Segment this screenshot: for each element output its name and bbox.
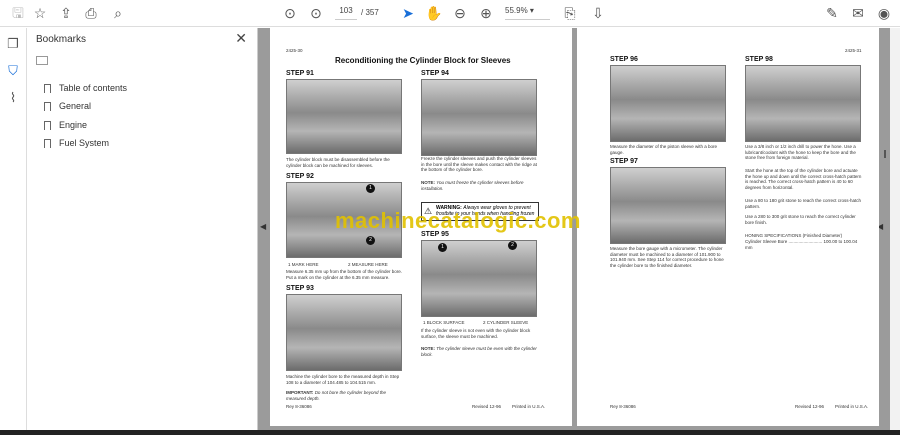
pages-icon[interactable]: ❐ <box>5 36 21 52</box>
figure-image <box>745 65 861 142</box>
previous-page-icon[interactable]: ⊙ <box>280 4 300 22</box>
step-label: STEP 91 <box>286 70 314 77</box>
bookmark-icon[interactable]: ⛉ <box>5 63 21 79</box>
attachment-icon[interactable]: ⌇ <box>5 90 21 106</box>
step-label: STEP 92 <box>286 173 314 180</box>
sign-icon[interactable]: ✎ <box>822 4 842 22</box>
callout-label: 1 BLOCK SURFACE <box>423 320 465 325</box>
figure-image <box>610 65 726 142</box>
account-icon[interactable]: ◉ <box>874 4 894 22</box>
step-text: Freeze the cylinder sleeves and push the… <box>421 156 537 173</box>
callout-2: 2 <box>366 236 375 245</box>
step-text: Use a 80 to 180 grit stone to reach the … <box>745 198 862 209</box>
figure-image <box>421 79 537 156</box>
footer-revised: Revised 12-96 <box>795 404 825 409</box>
figure-image <box>286 294 402 371</box>
callout-label: 1 MARK HERE <box>288 262 319 267</box>
bookmark-label: Table of contents <box>59 83 128 93</box>
footer-revised: Revised 12-96 <box>472 404 502 409</box>
step-text: Measure the bore gauge with a micrometer… <box>610 246 724 268</box>
panel-title: Bookmarks <box>36 34 87 45</box>
scroll-thumb[interactable] <box>884 150 886 158</box>
callout-1: 1 <box>366 184 375 193</box>
step-label: STEP 96 <box>610 56 638 63</box>
step-label: STEP 93 <box>286 285 314 292</box>
print-icon[interactable]: ⎙ <box>81 4 101 22</box>
left-rail: ❐ ⛉ ⌇ <box>0 28 27 430</box>
callout-2: 2 <box>508 241 517 250</box>
footer-left: Rey 8-36086 <box>286 404 312 409</box>
note-text: You must freeze the cylinder sleeves bef… <box>421 180 524 191</box>
zoom-value: 55.9% <box>505 6 528 15</box>
spec-title: HONING SPECIFICATIONS (Finished Diameter… <box>745 233 843 238</box>
step-text: Start the hone at the top of the cylinde… <box>745 168 862 190</box>
page-number: 2425-31 <box>845 48 862 53</box>
page-title: Reconditioning the Cylinder Block for Sl… <box>335 56 511 65</box>
step-text: If the cylinder sleeve is not even with … <box>421 328 531 339</box>
zoom-select[interactable]: 55.9% ▾ <box>505 6 550 20</box>
figure-image <box>421 240 537 317</box>
next-page-icon[interactable]: ⊙ <box>306 4 326 22</box>
select-cursor-icon[interactable]: ➤ <box>398 4 418 22</box>
page-fit-icon[interactable]: ⎘ <box>560 4 580 22</box>
bookmarks-panel: Bookmarks ✕ Table of contents General En… <box>28 28 258 430</box>
options-icon[interactable] <box>36 56 48 65</box>
callout-label: 2 CYLINDER SLEEVE <box>483 320 529 325</box>
step-text: Machine the cylinder bore to the measure… <box>286 374 400 385</box>
cloud-upload-icon[interactable]: ⇪ <box>56 4 76 22</box>
bottom-bar <box>0 430 900 435</box>
step-label: STEP 94 <box>421 70 449 77</box>
figure-image <box>610 167 726 244</box>
search-icon[interactable]: ⌕ <box>108 4 128 22</box>
spec-row: Cylinder Sleeve Bore ...................… <box>745 239 858 250</box>
bookmark-label: Fuel System <box>59 138 110 148</box>
bookmark-icon <box>44 83 51 93</box>
save-icon[interactable]: 🖫 <box>8 4 28 22</box>
step-text: Use a 3/8 inch or 1/2 inch drill to powe… <box>745 144 856 161</box>
scroll-mode-icon[interactable]: ⇩ <box>588 4 608 22</box>
callout-1: 1 <box>438 243 447 252</box>
watermark: machinecatalogic.com <box>335 208 581 233</box>
toolbar: 🖫 ☆ ⇪ ⎙ ⌕ ⊙ ⊙ 103 / 357 ➤ ✋ ⊖ ⊕ 55.9% ▾ … <box>0 0 900 27</box>
mail-icon[interactable]: ✉ <box>848 4 868 22</box>
star-icon[interactable]: ☆ <box>30 4 50 22</box>
callout-label: 2 MEASURE HERE <box>348 262 388 267</box>
footer-printed: Printed in U.S.A. <box>512 404 546 409</box>
bookmark-item[interactable]: Table of contents <box>44 83 127 93</box>
note-label: NOTE: <box>421 346 435 351</box>
zoom-out-icon[interactable]: ⊖ <box>450 4 470 22</box>
step-text: The cylinder block must be disassembled … <box>286 157 390 168</box>
step-text: Measure 6.35 mm up from the bottom of th… <box>286 269 403 280</box>
bookmark-icon <box>44 120 51 130</box>
figure-image <box>286 79 402 154</box>
page-total: / 357 <box>361 8 379 17</box>
pdf-page-right: 2425-31 STEP 96 Measure the diameter of … <box>577 28 879 426</box>
step-text: Use a 280 to 300 grit stone to reach the… <box>745 214 856 225</box>
close-icon[interactable]: ✕ <box>235 30 247 47</box>
bookmark-label: Engine <box>59 120 88 130</box>
important-label: IMPORTANT: <box>286 390 314 395</box>
bookmark-item[interactable]: Fuel System <box>44 138 109 148</box>
footer-printed: Printed in U.S.A. <box>835 404 869 409</box>
footer-left: Rey 8-36086 <box>610 404 636 409</box>
step-label: STEP 97 <box>610 158 638 165</box>
note-text: The cylinder sleeve must be even with th… <box>421 346 537 357</box>
step-label: STEP 98 <box>745 56 773 63</box>
bookmark-item[interactable]: General <box>44 101 91 111</box>
collapse-panel-icon[interactable]: ◀ <box>260 222 266 231</box>
note-label: NOTE: <box>421 180 435 185</box>
bookmark-icon <box>44 138 51 148</box>
bookmark-icon <box>44 101 51 111</box>
hand-icon[interactable]: ✋ <box>424 4 444 22</box>
step-text: Measure the diameter of the piston sleev… <box>610 144 718 155</box>
zoom-in-icon[interactable]: ⊕ <box>476 4 496 22</box>
page-number: 2425-30 <box>286 48 303 53</box>
bookmark-item[interactable]: Engine <box>44 120 87 130</box>
vertical-scrollbar[interactable] <box>890 28 900 430</box>
page-number-input[interactable]: 103 <box>335 6 357 20</box>
bookmark-label: General <box>59 101 92 111</box>
